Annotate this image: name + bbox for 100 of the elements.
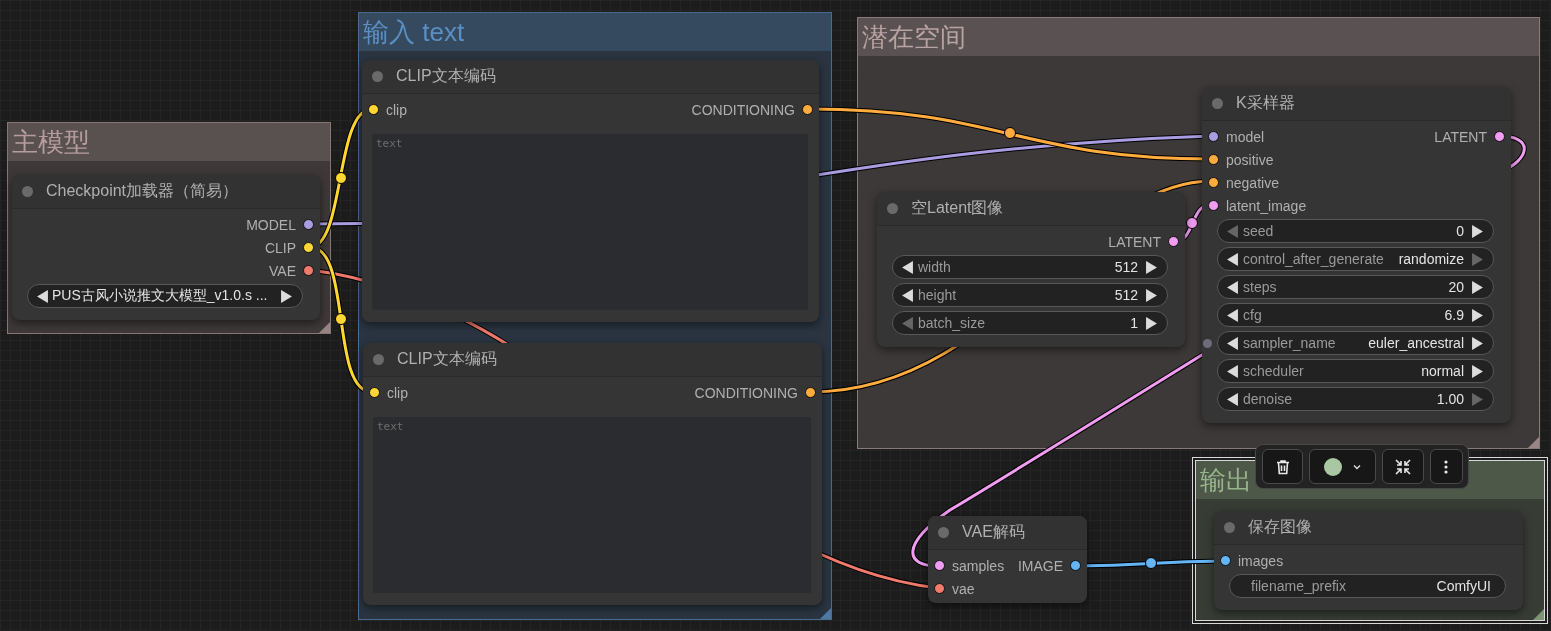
node-card[interactable]: 空Latent图像 LATENT width 512 height 512 batch_size 1 <box>877 192 1185 347</box>
output-socket[interactable] <box>1070 560 1081 571</box>
increment-arrow-icon[interactable] <box>1146 288 1157 302</box>
circle-icon[interactable] <box>22 186 33 197</box>
output-socket[interactable] <box>1168 236 1179 247</box>
decrement-arrow-icon[interactable] <box>902 288 913 302</box>
decrement-arrow-icon[interactable] <box>1227 280 1238 294</box>
output-label: MODEL <box>246 216 296 233</box>
text-input[interactable]: text <box>373 417 811 593</box>
output-label: IMAGE <box>1017 557 1063 574</box>
input-socket[interactable] <box>369 387 380 398</box>
input-label: negative <box>1226 174 1279 191</box>
increment-arrow-icon[interactable] <box>1472 308 1483 322</box>
combo-widget[interactable]: PUS古风小说推文大模型_v1.0.s ... <box>27 284 303 308</box>
input-label: samples <box>952 557 1005 574</box>
decrement-arrow-icon[interactable] <box>1227 308 1238 322</box>
node-title: CLIP文本编码 <box>397 349 497 369</box>
input-socket[interactable] <box>1208 200 1219 211</box>
delete-button[interactable] <box>1262 449 1304 484</box>
number-widget[interactable]: batch_size 1 <box>892 311 1168 335</box>
number-widget[interactable]: denoise 1.00 <box>1217 387 1494 411</box>
text-widget[interactable]: filename_prefix ComfyUI <box>1229 574 1506 598</box>
number-widget[interactable]: height 512 <box>892 283 1168 307</box>
number-widget[interactable]: steps 20 <box>1217 275 1494 299</box>
increment-arrow-icon[interactable] <box>1472 224 1483 238</box>
input-socket[interactable] <box>934 583 945 594</box>
output-label: CONDITIONING <box>694 384 798 401</box>
output-label: CONDITIONING <box>691 101 795 118</box>
input-socket[interactable] <box>1208 131 1219 142</box>
color-picker-button[interactable] <box>1309 449 1377 484</box>
output-socket[interactable] <box>303 265 314 276</box>
resize-handle[interactable] <box>1533 609 1544 620</box>
node-card[interactable]: VAE解码 samples IMAGE vae <box>928 516 1087 603</box>
output-socket[interactable] <box>303 219 314 230</box>
input-socket[interactable] <box>934 560 945 571</box>
increment-arrow-icon[interactable] <box>1472 336 1483 350</box>
combo-widget[interactable]: scheduler normal <box>1217 359 1494 383</box>
text-input[interactable]: text <box>372 134 808 310</box>
decrement-arrow-icon[interactable] <box>1227 252 1238 266</box>
input-socket[interactable] <box>1220 555 1231 566</box>
circle-icon[interactable] <box>372 71 383 82</box>
increment-arrow-icon[interactable] <box>1146 316 1157 330</box>
node-title: 保存图像 <box>1248 517 1312 537</box>
decrement-arrow-icon[interactable] <box>902 260 913 274</box>
input-label: model <box>1226 128 1265 145</box>
circle-icon[interactable] <box>1224 522 1235 533</box>
increment-arrow-icon[interactable] <box>1472 280 1483 294</box>
output-label: CLIP <box>264 239 296 256</box>
widget-socket[interactable] <box>1203 339 1212 348</box>
node-title: K采样器 <box>1236 93 1295 113</box>
output-socket[interactable] <box>805 387 816 398</box>
combo-widget[interactable]: control_after_generate randomize <box>1217 247 1494 271</box>
group-title: 输出 <box>1200 467 1252 493</box>
output-label: LATENT <box>1108 233 1161 250</box>
circle-icon[interactable] <box>1212 98 1223 109</box>
decrement-arrow-icon[interactable] <box>1227 364 1238 378</box>
node-title: VAE解码 <box>962 522 1025 542</box>
node-title: CLIP文本编码 <box>396 66 496 86</box>
input-label: vae <box>952 580 975 597</box>
node-card[interactable]: CLIP文本编码 clip CONDITIONING text <box>363 343 822 605</box>
increment-arrow-icon[interactable] <box>281 289 292 303</box>
decrement-arrow-icon[interactable] <box>1227 392 1238 406</box>
circle-icon[interactable] <box>938 527 949 538</box>
circle-icon[interactable] <box>887 203 898 214</box>
input-socket[interactable] <box>1208 177 1219 188</box>
group-title: 主模型 <box>12 129 90 155</box>
node-card[interactable]: K采样器 model LATENT positive negative latent_image seed 0 control_after_generate randomize steps 20 cfg 6.9 sampler_name euler_ancestral scheduler normal denoise 1.00 <box>1202 87 1511 423</box>
input-label: latent_image <box>1226 197 1307 214</box>
node-card[interactable]: Checkpoint加载器（简易） MODEL CLIP VAE PUS古风小说推文大模型_v1.0.s ... <box>12 175 320 320</box>
input-label: clip <box>386 101 407 118</box>
group-frame[interactable] <box>857 17 1540 449</box>
number-widget[interactable]: width 512 <box>892 255 1168 279</box>
output-label: LATENT <box>1434 128 1487 145</box>
input-socket[interactable] <box>1208 154 1219 165</box>
node-card[interactable]: 保存图像 images filename_prefix ComfyUI <box>1214 511 1523 610</box>
shrink-arrows-icon <box>1392 456 1413 477</box>
group-title: 输入 text <box>363 19 465 45</box>
group-frame[interactable]: 输入 text CLIP文本编码 clip CONDITIONING text CLIP文本编码 clip CONDITIONING text <box>358 12 832 620</box>
more-options-button[interactable] <box>1429 449 1463 484</box>
output-socket[interactable] <box>303 242 314 253</box>
more-vertical-icon <box>1444 458 1449 475</box>
node-title: 空Latent图像 <box>911 198 1004 218</box>
number-widget[interactable]: cfg 6.9 <box>1217 303 1494 327</box>
input-label: positive <box>1226 151 1274 168</box>
increment-arrow-icon[interactable] <box>1146 260 1157 274</box>
output-socket[interactable] <box>802 104 813 115</box>
input-socket[interactable] <box>368 104 379 115</box>
input-label: images <box>1238 552 1284 569</box>
increment-arrow-icon[interactable] <box>1472 364 1483 378</box>
group-frame[interactable]: 主模型 Checkpoint加载器（简易） MODEL CLIP VAE PUS古风小说推文大模型_v1.0.s ... <box>7 122 331 334</box>
output-socket[interactable] <box>1494 131 1505 142</box>
decrement-arrow-icon[interactable] <box>1227 336 1238 350</box>
node-title: Checkpoint加载器（简易） <box>46 181 239 201</box>
input-label: clip <box>387 384 408 401</box>
collapse-button[interactable] <box>1382 449 1424 484</box>
decrement-arrow-icon[interactable] <box>37 289 48 303</box>
node-card[interactable]: CLIP文本编码 clip CONDITIONING text <box>362 60 819 322</box>
circle-icon[interactable] <box>373 354 384 365</box>
output-label: VAE <box>269 262 296 279</box>
number-widget[interactable]: seed 0 <box>1217 219 1494 243</box>
